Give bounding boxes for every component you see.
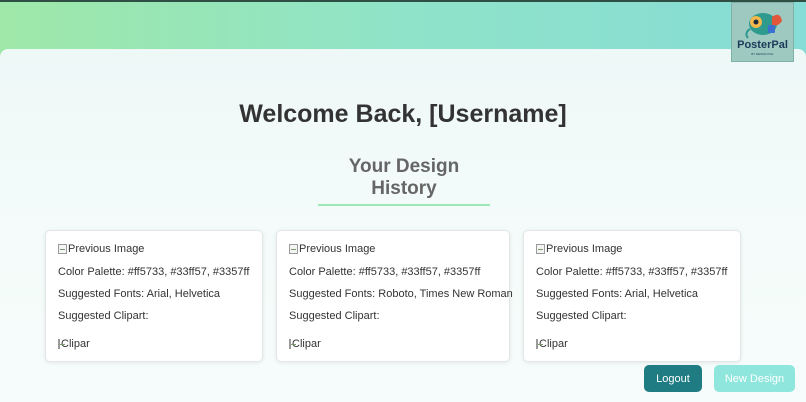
clipart-alt: Clipart [292,338,321,350]
page-title: Welcome Back, [Username] [239,100,567,128]
logo-wordmark: PosterPal [737,39,788,51]
suggested-fonts-text: Suggested Fonts: Arial, Helvetica [58,288,221,300]
clipart-image: Clipart [536,338,568,350]
clipart-alt: Clipart [61,338,90,350]
top-rule [0,0,806,2]
design-history-card[interactable]: Previous Image Color Palette: #ff5733, #… [523,230,741,362]
previous-image-alt: Previous Image [299,243,376,255]
suggested-fonts-text: Suggested Fonts: Roboto, Times New Roman [289,288,513,300]
broken-image-icon [58,339,65,349]
suggested-clipart-label: Suggested Clipart: [536,310,627,322]
previous-image-alt: Previous Image [68,243,145,255]
broken-image-icon [536,339,543,349]
design-history-heading: Your Design History [318,156,490,206]
broken-image-icon [289,244,298,254]
broken-image-icon [536,244,545,254]
clipart-alt: Clipart [539,338,568,350]
previous-image: Previous Image [536,243,622,255]
suggested-clipart-label: Suggested Clipart: [289,310,380,322]
logo-tagline: BY DESIGN PAL [751,52,774,56]
design-history-card[interactable]: Previous Image Color Palette: #ff5733, #… [276,230,513,362]
suggested-clipart-label: Suggested Clipart: [58,310,149,322]
design-history-card[interactable]: Previous Image Color Palette: #ff5733, #… [45,230,263,362]
new-design-button[interactable]: New Design [714,365,795,392]
clipart-image: Clipart [289,338,321,350]
suggested-fonts-text: Suggested Fonts: Arial, Helvetica [536,288,699,300]
posterpal-logo[interactable]: PosterPal BY DESIGN PAL [731,2,794,62]
color-palette-text: Color Palette: #ff5733, #33ff57, #3357ff [58,266,250,278]
previous-image-alt: Previous Image [546,243,623,255]
previous-image: Previous Image [289,243,375,255]
broken-image-icon [58,244,67,254]
clipart-image: Clipart [58,338,90,350]
color-palette-text: Color Palette: #ff5733, #33ff57, #3357ff [536,266,728,278]
logout-button[interactable]: Logout [644,365,702,392]
previous-image: Previous Image [58,243,144,255]
color-palette-text: Color Palette: #ff5733, #33ff57, #3357ff [289,266,481,278]
broken-image-icon [289,339,296,349]
